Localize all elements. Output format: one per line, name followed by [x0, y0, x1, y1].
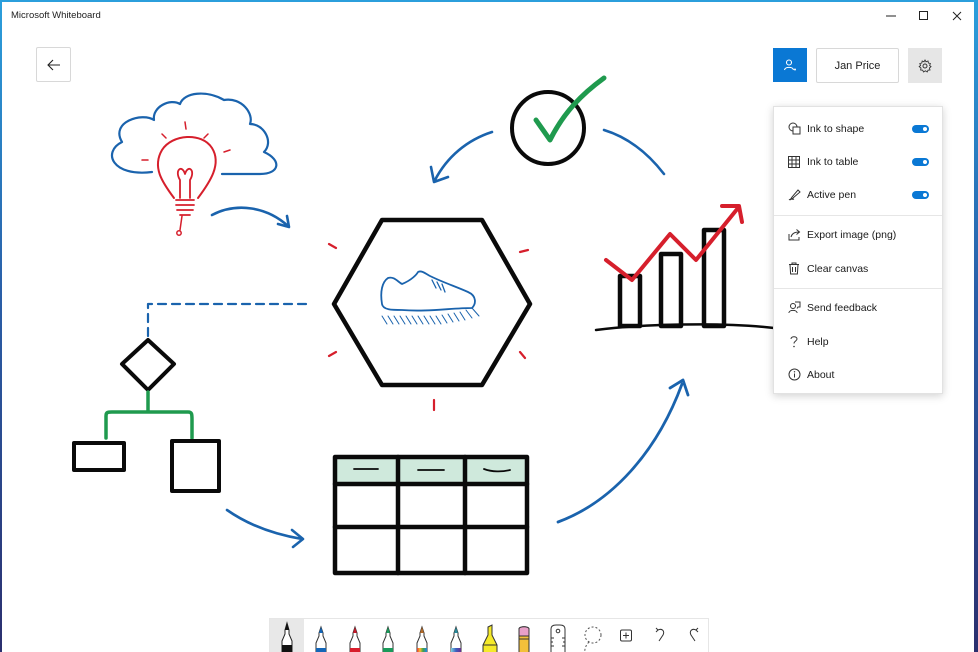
arrow-left-icon	[46, 59, 60, 70]
cloud-outline	[111, 92, 278, 176]
dashed-connector[interactable]	[146, 302, 314, 338]
lightbulb-base	[175, 199, 195, 216]
app-window: Microsoft Whiteboard Jan Price Ink to sh…	[2, 2, 974, 652]
highlighter-icon	[482, 624, 498, 652]
lightbulb-filament	[176, 167, 194, 199]
flowchart-branch	[104, 390, 194, 440]
table-grid-icon	[787, 155, 801, 169]
tool-eraser[interactable]	[507, 619, 541, 652]
rainbow-pen-icon	[416, 625, 428, 652]
arrow-flowchart-to-table[interactable]	[225, 508, 305, 549]
menu-item-about[interactable]: About	[774, 358, 942, 391]
share-export-icon	[787, 228, 801, 242]
menu-item-export-image[interactable]: Export image (png)	[774, 218, 942, 251]
lightbulb-string-end	[176, 230, 182, 236]
menu-item-ink-to-table[interactable]: Ink to table	[774, 145, 942, 178]
menu-label: Active pen	[807, 188, 857, 201]
back-button[interactable]	[36, 47, 71, 82]
settings-menu: Ink to shape Ink to table Active pen Exp…	[773, 106, 943, 394]
ruler-icon	[550, 624, 566, 652]
table-drawing[interactable]	[332, 454, 530, 576]
tool-rainbow-pen[interactable]	[405, 619, 439, 652]
lightbulb-string	[179, 215, 183, 231]
tool-blue-pen[interactable]	[304, 619, 338, 652]
redo-icon	[689, 627, 699, 642]
tool-red-pen[interactable]	[338, 619, 372, 652]
check-circle-drawing[interactable]	[510, 75, 607, 166]
tool-add-content[interactable]	[609, 619, 643, 652]
menu-label: About	[807, 368, 835, 381]
menu-label: Ink to table	[807, 155, 859, 168]
green-pen-icon	[382, 625, 394, 652]
menu-item-ink-to-shape[interactable]: Ink to shape	[774, 112, 942, 145]
tool-redo[interactable]	[677, 619, 711, 652]
process-box-small	[72, 441, 126, 472]
black-pen-icon	[281, 621, 293, 652]
menu-item-help[interactable]: Help	[774, 325, 942, 358]
ink-to-table-toggle[interactable]	[912, 157, 929, 166]
hexagon-outline	[331, 217, 533, 388]
trend-line	[604, 206, 740, 282]
user-button[interactable]: Jan Price	[816, 48, 899, 83]
menu-divider	[774, 288, 942, 289]
decision-diamond	[120, 338, 176, 392]
galaxy-pen-icon	[450, 625, 462, 652]
undo-icon	[655, 627, 665, 642]
info-icon	[787, 368, 801, 382]
menu-label: Send feedback	[807, 301, 878, 314]
menu-label: Export image (png)	[807, 228, 897, 241]
arrow-cloud-to-hexagon[interactable]	[210, 206, 291, 229]
lightbulb-rays	[141, 121, 231, 161]
tool-ruler[interactable]	[541, 619, 575, 652]
tool-undo[interactable]	[643, 619, 677, 652]
menu-item-active-pen[interactable]: Active pen	[774, 178, 942, 211]
cloud-lightbulb-drawing[interactable]	[111, 92, 278, 236]
bar-chart-drawing[interactable]	[594, 204, 776, 332]
user-name: Jan Price	[834, 59, 881, 72]
lightbulb-outline	[156, 135, 217, 199]
checkmark	[533, 75, 607, 143]
add-box-icon	[620, 629, 632, 642]
arrow-table-to-chart[interactable]	[556, 378, 690, 524]
chart-bar-1	[617, 273, 643, 329]
tool-black-pen[interactable]	[270, 619, 304, 652]
chart-bar-2	[658, 251, 684, 329]
tool-galaxy-pen[interactable]	[439, 619, 473, 652]
arrow-check-to-hexagon[interactable]	[429, 130, 494, 184]
eraser-icon	[518, 626, 530, 652]
lasso-icon	[584, 626, 602, 652]
invite-button[interactable]	[773, 48, 807, 82]
settings-button[interactable]	[908, 48, 942, 83]
tool-lasso-select[interactable]	[575, 619, 609, 652]
menu-label: Ink to shape	[807, 122, 865, 135]
menu-item-clear-canvas[interactable]: Clear canvas	[774, 252, 942, 285]
person-add-icon	[783, 59, 796, 71]
question-icon	[787, 335, 801, 349]
ink-to-shape-toggle[interactable]	[912, 124, 929, 133]
trash-icon	[787, 262, 801, 276]
tool-highlighter[interactable]	[473, 619, 507, 652]
gear-icon	[918, 58, 932, 73]
ink-toolbar	[269, 618, 709, 652]
hexagon-shoe-drawing[interactable]	[327, 217, 533, 412]
feedback-icon	[787, 301, 801, 315]
menu-label: Help	[807, 335, 829, 348]
pen-icon	[787, 188, 801, 202]
ink-to-shape-icon	[787, 122, 801, 136]
menu-item-send-feedback[interactable]: Send feedback	[774, 291, 942, 324]
menu-label: Clear canvas	[807, 262, 869, 275]
active-pen-toggle[interactable]	[912, 190, 929, 199]
shoe-outline	[380, 270, 476, 312]
flowchart-drawing[interactable]	[72, 338, 221, 493]
tool-green-pen[interactable]	[371, 619, 405, 652]
arc-check-to-chart[interactable]	[602, 128, 666, 176]
process-box-large	[170, 439, 221, 493]
menu-divider	[774, 215, 942, 216]
red-pen-icon	[349, 625, 361, 652]
blue-pen-icon	[315, 625, 327, 652]
